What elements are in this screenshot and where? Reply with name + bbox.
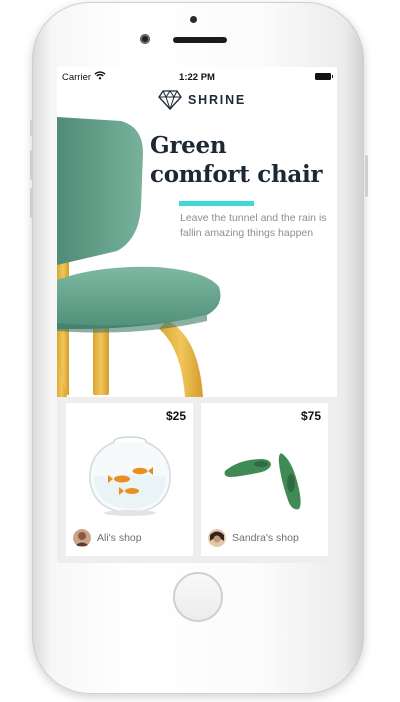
shop-info[interactable]: Sandra's shop [208, 529, 299, 547]
hero-description: Leave the tunnel and the rain is fallin … [180, 212, 327, 239]
product-grid: $25 Ali's shop $75 Sandra's shop [57, 397, 337, 563]
product-card[interactable]: $25 Ali's shop [66, 403, 193, 556]
app-screen: Carrier 1:22 PM SHRINE Green comfort cha… [57, 67, 337, 563]
phone-earpiece-speaker [173, 37, 227, 43]
phone-home-button[interactable] [173, 572, 223, 622]
shop-name: Ali's shop [97, 532, 142, 544]
hero-accent-bar [179, 201, 254, 206]
green-shoes-image [224, 453, 301, 510]
status-time: 1:22 PM [179, 72, 215, 83]
shop-name: Sandra's shop [232, 532, 299, 544]
shop-info[interactable]: Ali's shop [73, 529, 142, 547]
fishbowl-image [89, 436, 171, 516]
product-price: $25 [165, 409, 186, 423]
product-card[interactable]: $75 Sandra's shop [201, 403, 328, 556]
battery-icon [315, 73, 333, 80]
app-header-brand[interactable]: SHRINE [158, 88, 246, 112]
phone-silent-switch [30, 120, 33, 136]
phone-sensor-dot [190, 16, 197, 23]
phone-volume-up-button [30, 150, 33, 180]
shop-avatar [208, 529, 226, 547]
shop-avatar [73, 529, 91, 547]
hero-title-line-1: Green [150, 132, 227, 159]
phone-volume-down-button [30, 188, 33, 218]
hero-title: Green comfort chair [150, 131, 330, 189]
status-bar: Carrier 1:22 PM [57, 67, 337, 87]
product-price: $75 [300, 409, 321, 423]
brand-name: SHRINE [188, 93, 247, 107]
hero-title-line-2: comfort chair [150, 161, 323, 188]
diamond-icon [158, 90, 182, 110]
phone-power-button [365, 155, 368, 197]
phone-front-camera [140, 34, 150, 44]
featured-product-hero[interactable]: Green comfort chair Leave the tunnel and… [57, 115, 337, 432]
